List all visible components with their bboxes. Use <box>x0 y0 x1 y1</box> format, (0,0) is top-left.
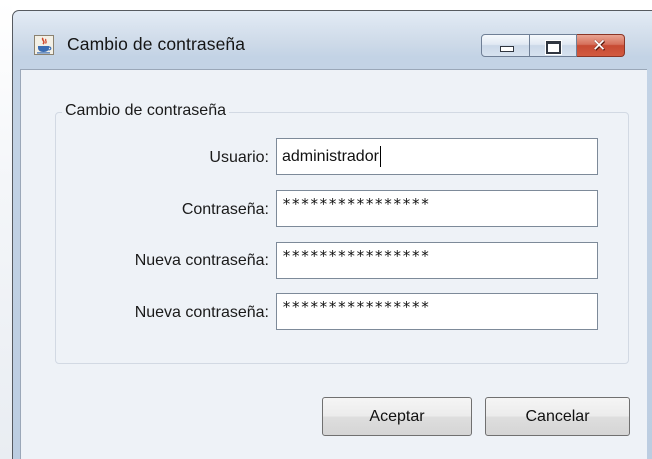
dialog-window: Cambio de contraseña ✕ Cambio de contras… <box>12 10 652 459</box>
close-icon: ✕ <box>592 36 607 56</box>
new-password-field[interactable]: **************** <box>276 242 598 279</box>
minimize-button[interactable] <box>481 34 530 57</box>
accept-button[interactable]: Aceptar <box>322 397 472 436</box>
username-value: administrador <box>282 147 379 165</box>
confirm-password-field[interactable]: **************** <box>276 293 598 330</box>
minimize-icon <box>500 46 514 52</box>
maximize-button[interactable] <box>530 34 577 57</box>
maximize-icon <box>546 41 561 54</box>
password-field[interactable]: **************** <box>276 190 598 227</box>
close-button[interactable]: ✕ <box>577 34 625 57</box>
confirm-password-label: Nueva contraseña: <box>134 304 269 321</box>
group-title: Cambio de contraseña <box>62 102 229 120</box>
text-caret <box>379 146 381 167</box>
new-password-label: Nueva contraseña: <box>134 252 269 269</box>
caption-buttons: ✕ <box>481 34 639 58</box>
cancel-button[interactable]: Cancelar <box>485 397 630 436</box>
username-label: Usuario: <box>209 149 269 166</box>
desktop-edge <box>0 0 12 459</box>
username-field[interactable]: administrador <box>276 138 598 175</box>
title-bar[interactable]: Cambio de contraseña ✕ <box>13 11 652 69</box>
java-cup-icon <box>34 35 54 55</box>
dialog-content: Cambio de contraseña Usuario: administra… <box>20 69 647 459</box>
window-title: Cambio de contraseña <box>67 34 246 54</box>
password-label: Contraseña: <box>181 201 269 218</box>
